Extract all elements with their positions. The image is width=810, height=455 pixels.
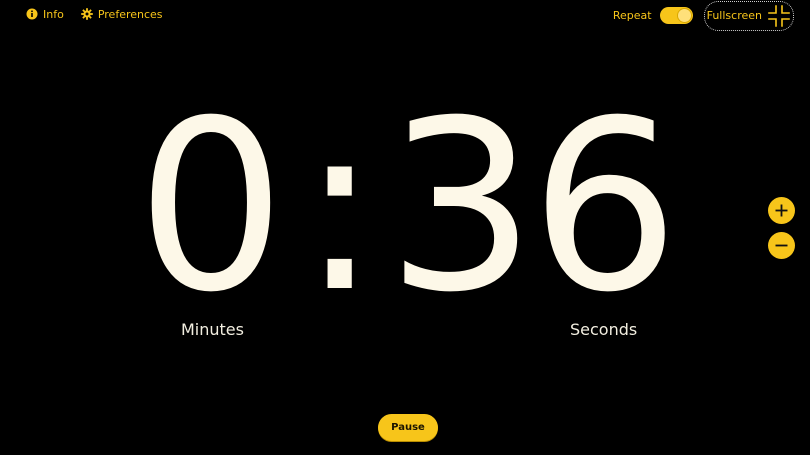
info-icon: [26, 8, 38, 20]
repeat-label: Repeat: [612, 9, 652, 22]
timer-page: Info Preferences Repeat Fullscreen 0: 3…: [0, 0, 810, 455]
increase-button[interactable]: [768, 197, 795, 224]
fullscreen-button[interactable]: Fullscreen: [703, 0, 794, 31]
repeat-toggle-knob: [677, 9, 691, 22]
info-link[interactable]: Info: [26, 6, 64, 22]
gear-icon: [81, 8, 93, 20]
pause-button[interactable]: Pause: [378, 414, 438, 441]
preferences-link[interactable]: Preferences: [81, 6, 163, 22]
minutes-label: Minutes: [181, 320, 244, 339]
preferences-label: Preferences: [97, 7, 163, 21]
info-label: Info: [43, 7, 64, 21]
top-controls: Repeat Fullscreen: [613, 0, 794, 31]
top-nav: Info Preferences: [26, 6, 163, 22]
seconds-label: Seconds: [570, 320, 638, 339]
plus-icon: [775, 204, 788, 217]
minus-icon: [775, 244, 788, 247]
seconds-value: 36: [386, 71, 679, 344]
fullscreen-label: Fullscreen: [706, 9, 762, 22]
repeat-toggle[interactable]: [659, 7, 693, 24]
fullscreen-exit-icon: [768, 4, 790, 27]
timer-display: 0 : 36: [0, 88, 810, 328]
time-separator: :: [300, 71, 380, 344]
decrease-button[interactable]: [768, 232, 795, 259]
minutes-value: 0: [136, 71, 286, 344]
